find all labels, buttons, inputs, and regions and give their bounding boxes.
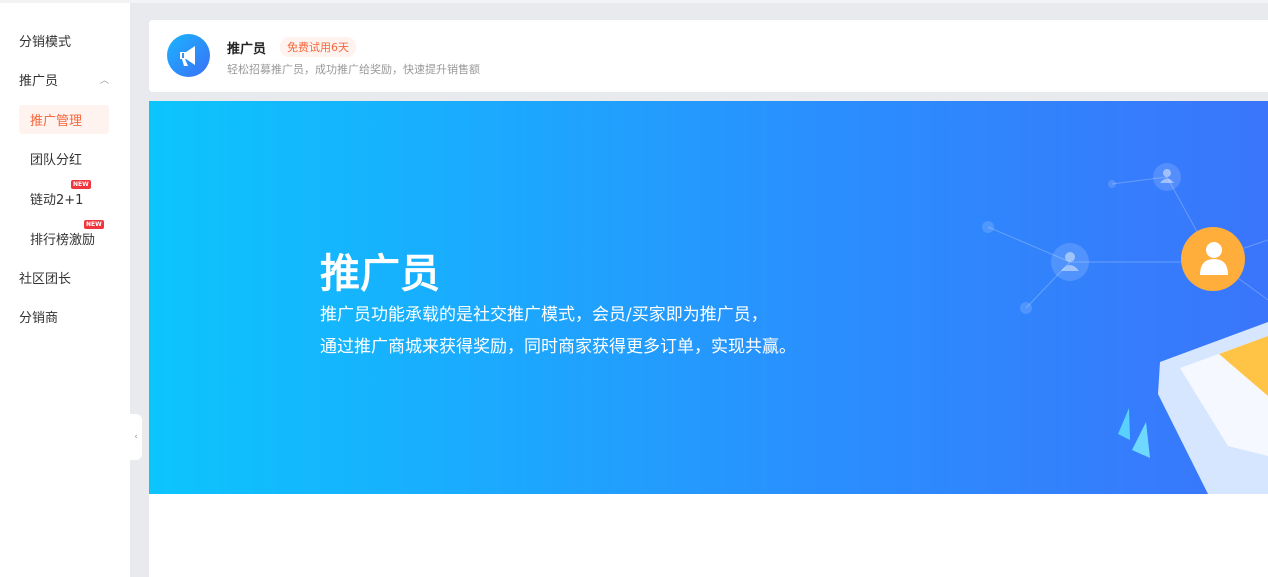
network-illustration <box>982 163 1268 494</box>
content-area <box>149 494 1268 577</box>
sidebar-item-distribution-mode[interactable]: 分销模式 <box>19 31 71 50</box>
sidebar-item-community-leader[interactable]: 社区团长 <box>19 268 71 287</box>
app-title: 推广员 <box>227 42 267 57</box>
chevron-up-icon[interactable]: ︿ <box>100 73 109 86</box>
promo-banner: 推广员 推广员功能承载的是社交推广模式，会员/买家即为推广员， 通过推广商城来获… <box>149 101 1268 494</box>
app-header: 推广员 免费试用6天 轻松招募推广员，成功推广给奖励，快速提升销售额 <box>149 20 1268 92</box>
sidebar-item-team-dividend[interactable]: 团队分红 <box>30 149 82 168</box>
new-badge: NEW <box>84 220 104 229</box>
banner-description-line-1: 推广员功能承载的是社交推广模式，会员/买家即为推广员， <box>320 305 768 325</box>
trial-badge: 免费试用6天 <box>280 37 356 57</box>
sidebar-item-distributor[interactable]: 分销商 <box>19 307 58 326</box>
sidebar: 分销模式 推广员 ︿ 推广管理 团队分红 链动2+1 NEW 排行榜激励 NEW… <box>0 3 130 577</box>
banner-title: 推广员 <box>320 251 440 297</box>
app-description: 轻松招募推广员，成功推广给奖励，快速提升销售额 <box>227 63 480 76</box>
banner-description-line-2: 通过推广商城来获得奖励，同时商家获得更多订单，实现共赢。 <box>320 337 796 357</box>
sidebar-item-chain-2-1[interactable]: 链动2+1 <box>30 189 83 208</box>
top-bar <box>0 0 1268 3</box>
sidebar-item-promotion-management[interactable]: 推广管理 <box>30 110 82 129</box>
new-badge: NEW <box>71 180 91 189</box>
sidebar-collapse-button[interactable]: ‹ <box>130 414 142 460</box>
sidebar-item-promoter[interactable]: 推广员 <box>19 70 58 89</box>
sidebar-item-leaderboard[interactable]: 排行榜激励 <box>30 229 95 248</box>
megaphone-icon <box>167 34 210 77</box>
